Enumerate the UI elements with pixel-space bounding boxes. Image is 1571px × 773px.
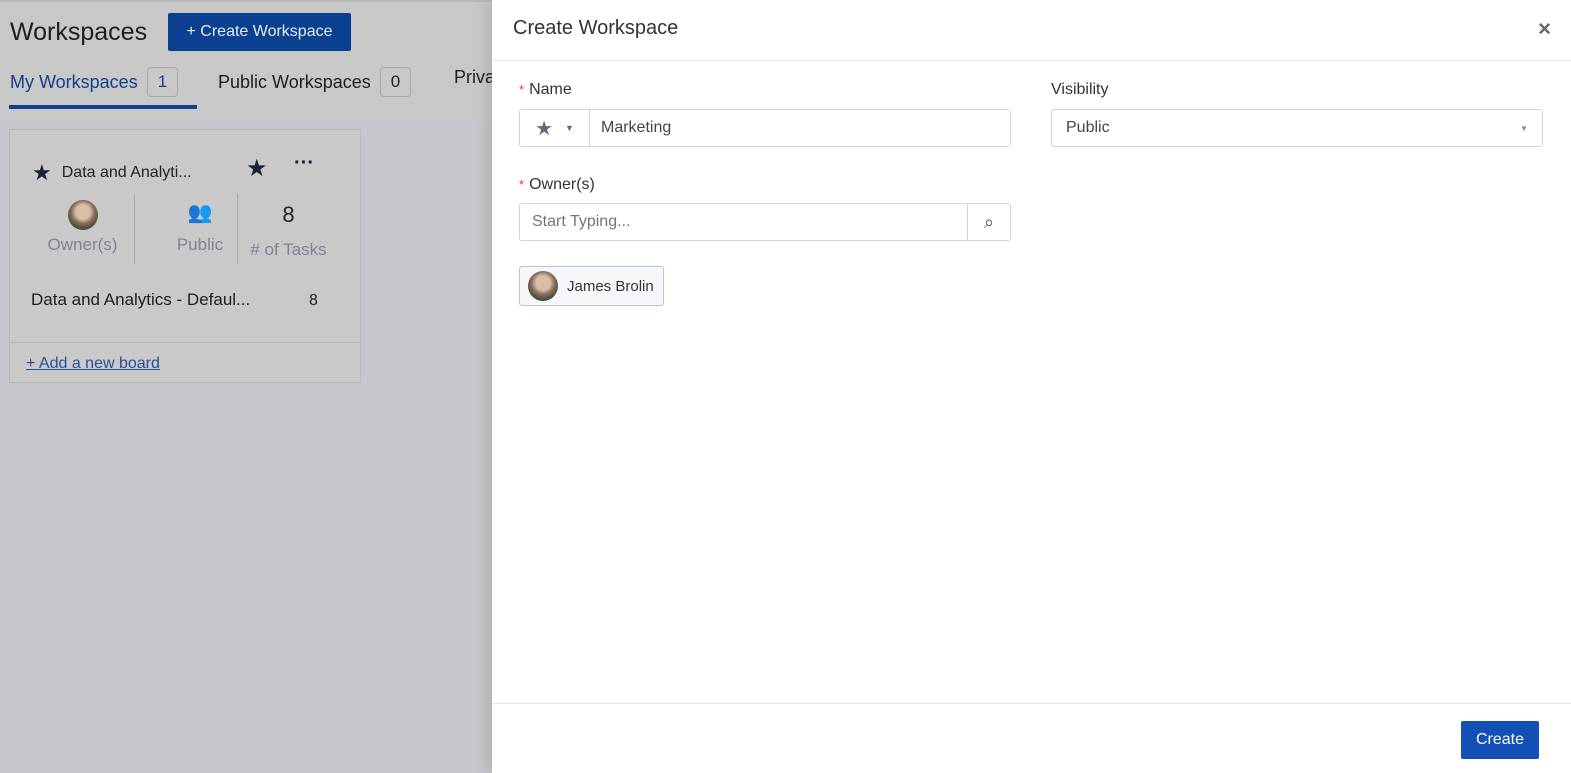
tab-label: My Workspaces: [10, 71, 138, 92]
visibility-select[interactable]: Public ▼: [1051, 109, 1543, 147]
create-workspace-button[interactable]: + Create Workspace: [168, 13, 351, 51]
caret-down-icon: ▼: [1520, 123, 1528, 133]
page-title: Workspaces: [10, 18, 148, 46]
users-group-icon: 👥: [187, 202, 213, 224]
owners-label: * Owner(s): [519, 176, 595, 193]
tab-label: Public Workspaces: [218, 71, 371, 92]
tasks-label: # of Tasks: [250, 240, 327, 259]
name-label: * Name: [519, 81, 572, 98]
owner-avatar: [528, 271, 558, 301]
owner-avatar: [67, 200, 98, 230]
owner-label: Owner(s): [47, 235, 118, 254]
tab-public-workspaces[interactable]: Public Workspaces 0: [218, 67, 412, 97]
owner-name: James Brolin: [567, 277, 654, 295]
tab-label: Priva: [454, 67, 496, 87]
modal-title: Create Workspace: [513, 17, 679, 39]
more-options-icon[interactable]: ···: [294, 152, 314, 175]
search-icon[interactable]: ⌕: [967, 204, 1010, 240]
star-icon: ★: [535, 117, 553, 140]
board-name[interactable]: Data and Analytics - Defaul...: [31, 290, 250, 310]
tab-count: 1: [146, 67, 179, 97]
workspace-card[interactable]: ★ Data and Analyti... ★ ··· Owner(s) 👥 Pub…: [9, 129, 361, 383]
close-icon[interactable]: ×: [1538, 16, 1551, 42]
divider: [134, 194, 135, 264]
divider: [237, 194, 238, 264]
active-tab-indicator: [9, 105, 197, 109]
star-icon: ★: [32, 160, 52, 185]
icon-picker[interactable]: ★ ▼: [520, 110, 590, 146]
tab-my-workspaces[interactable]: My Workspaces 1: [10, 67, 179, 97]
tasks-count: 8: [282, 202, 295, 227]
owners-search-input[interactable]: [520, 204, 967, 240]
name-input[interactable]: [590, 110, 1010, 146]
owners-field: ⌕: [519, 203, 1011, 241]
owner-chip[interactable]: James Brolin: [519, 266, 664, 306]
add-board-link[interactable]: + Add a new board: [26, 355, 160, 373]
create-workspace-panel: Create Workspace× *Name ★▼ Visibility Pu…: [492, 0, 1571, 773]
tab-private-workspaces[interactable]: Priva: [454, 67, 495, 88]
caret-down-icon: ▼: [565, 123, 574, 133]
visibility-label: Visibility: [1051, 81, 1109, 98]
workspace-name: Data and Analyti...: [61, 164, 192, 181]
visibility-value: Public: [1066, 119, 1110, 136]
board-task-count: 8: [309, 292, 318, 309]
name-field: ★ ▼: [519, 109, 1011, 147]
modal-footer: Create: [492, 703, 1571, 773]
create-button[interactable]: Create: [1461, 721, 1539, 759]
visibility-label: Public: [176, 235, 224, 254]
tab-count: 0: [379, 67, 412, 97]
favorite-star-icon[interactable]: ★: [246, 154, 268, 183]
